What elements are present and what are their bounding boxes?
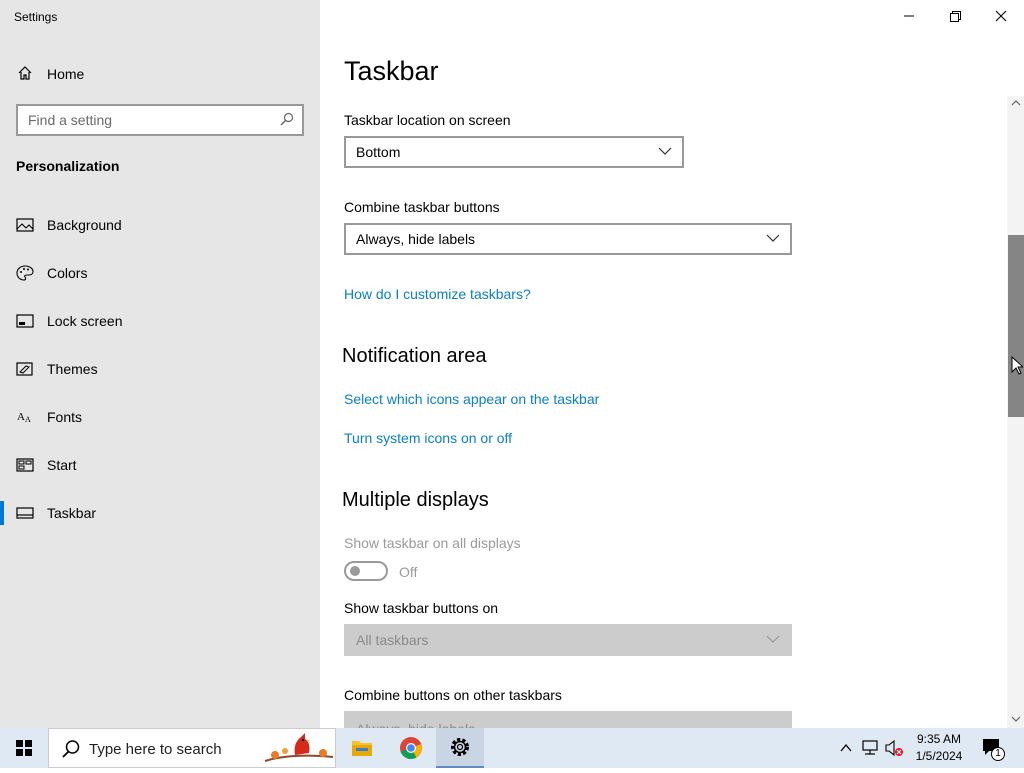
windows-logo-icon	[16, 740, 32, 756]
app-title: Settings	[14, 10, 58, 24]
close-button[interactable]	[978, 0, 1024, 32]
sidebar-item-label: Themes	[47, 361, 98, 377]
combine-dropdown[interactable]: Always, hide labels	[344, 223, 792, 255]
customize-taskbars-link[interactable]: How do I customize taskbars?	[344, 286, 531, 302]
notification-count: 1	[995, 748, 1001, 759]
sidebar-item-start[interactable]: Start	[0, 445, 320, 485]
folder-icon	[352, 741, 372, 756]
active-indicator	[0, 501, 4, 525]
volume-muted-icon[interactable]	[884, 739, 904, 757]
chevron-down-icon	[766, 234, 780, 242]
taskbar-search-box[interactable]: Type here to search	[48, 728, 336, 768]
picture-icon	[16, 218, 34, 232]
sidebar-item-fonts[interactable]: AA Fonts	[0, 397, 320, 437]
show-hidden-icons-chevron-up-icon[interactable]	[838, 740, 854, 756]
chevron-down-icon	[658, 147, 672, 155]
system-icons-link[interactable]: Turn system icons on or off	[344, 430, 512, 446]
home-nav-item[interactable]: Home	[0, 56, 320, 90]
multiple-displays-heading: Multiple displays	[342, 489, 489, 511]
themes-icon	[16, 362, 33, 376]
location-value: Bottom	[356, 144, 401, 160]
sidebar-item-label: Colors	[47, 265, 88, 281]
sidebar-item-taskbar[interactable]: Taskbar	[0, 493, 320, 533]
scrollbar-thumb[interactable]	[1008, 235, 1024, 417]
toggle-state-label: Off	[399, 564, 418, 580]
start-icon	[16, 458, 34, 472]
minimize-button[interactable]	[886, 0, 932, 32]
sidebar-item-label: Start	[47, 457, 77, 473]
sidebar-item-label: Background	[47, 217, 122, 233]
palette-icon	[16, 265, 34, 281]
sidebar: Settings Home Find a setting Personaliza…	[0, 0, 320, 728]
chevron-down-icon	[766, 635, 780, 643]
show-buttons-dropdown[interactable]: All taskbars	[344, 624, 792, 656]
show-buttons-value: All taskbars	[356, 632, 429, 648]
taskbar-clock[interactable]: 9:35 AM 1/5/2024	[906, 731, 972, 765]
sidebar-item-background[interactable]: Background	[0, 205, 320, 245]
section-title: Personalization	[16, 158, 120, 174]
lock-screen-icon	[16, 314, 34, 328]
network-icon[interactable]	[861, 739, 881, 757]
minimize-icon	[904, 15, 914, 17]
location-dropdown[interactable]: Bottom	[344, 136, 684, 168]
search-icon	[62, 740, 80, 758]
home-icon	[18, 66, 32, 80]
scroll-down-arrow-icon[interactable]	[1010, 714, 1022, 724]
sidebar-item-colors[interactable]: Colors	[0, 253, 320, 293]
taskbar-search-placeholder: Type here to search	[89, 741, 222, 758]
sidebar-item-label: Lock screen	[47, 313, 123, 329]
show-all-displays-label: Show taskbar on all displays	[344, 535, 521, 551]
clock-time: 9:35 AM	[916, 732, 962, 746]
location-label: Taskbar location on screen	[344, 112, 511, 128]
gear-icon	[451, 738, 469, 756]
sidebar-item-label: Taskbar	[47, 505, 97, 521]
search-placeholder: Find a setting	[28, 112, 113, 128]
windows-taskbar: Type here to search 9:35 AM 1/5/2024 1	[0, 728, 1024, 768]
sidebar-item-lock-screen[interactable]: Lock screen	[0, 301, 320, 341]
select-icons-link[interactable]: Select which icons appear on the taskbar	[344, 391, 599, 407]
restore-button[interactable]	[932, 0, 978, 32]
scroll-up-arrow-icon[interactable]	[1010, 98, 1022, 108]
settings-taskbar-button[interactable]	[436, 728, 484, 768]
svg-text:A: A	[25, 415, 31, 424]
chrome-button[interactable]	[387, 728, 435, 768]
toggle-knob	[350, 566, 360, 576]
restore-icon	[950, 11, 961, 22]
close-icon	[995, 10, 1007, 22]
svg-text:A: A	[17, 411, 25, 423]
notification-area-heading: Notification area	[342, 345, 487, 367]
main-content: Taskbar Taskbar location on screen Botto…	[320, 0, 1024, 730]
combine-label: Combine taskbar buttons	[344, 199, 500, 215]
show-all-displays-toggle[interactable]	[344, 561, 388, 581]
chrome-icon	[400, 737, 422, 760]
cardinal-bird-icon	[264, 733, 334, 762]
show-buttons-label: Show taskbar buttons on	[344, 600, 499, 616]
taskbar-icon	[16, 507, 34, 519]
search-icon	[280, 112, 294, 126]
clock-date: 1/5/2024	[915, 749, 963, 763]
sidebar-item-label: Fonts	[47, 409, 83, 425]
page-title: Taskbar	[344, 56, 439, 86]
find-setting-input[interactable]: Find a setting	[16, 104, 304, 136]
sidebar-item-themes[interactable]: Themes	[0, 349, 320, 389]
file-explorer-button[interactable]	[338, 728, 386, 768]
fonts-icon: AA	[17, 411, 31, 424]
combine-value: Always, hide labels	[356, 231, 476, 247]
start-button[interactable]	[0, 728, 48, 768]
action-center-button[interactable]: 1	[980, 736, 1008, 762]
mouse-cursor-icon	[1011, 356, 1023, 375]
combine-other-label: Combine buttons on other taskbars	[344, 687, 562, 703]
home-label: Home	[47, 66, 85, 82]
